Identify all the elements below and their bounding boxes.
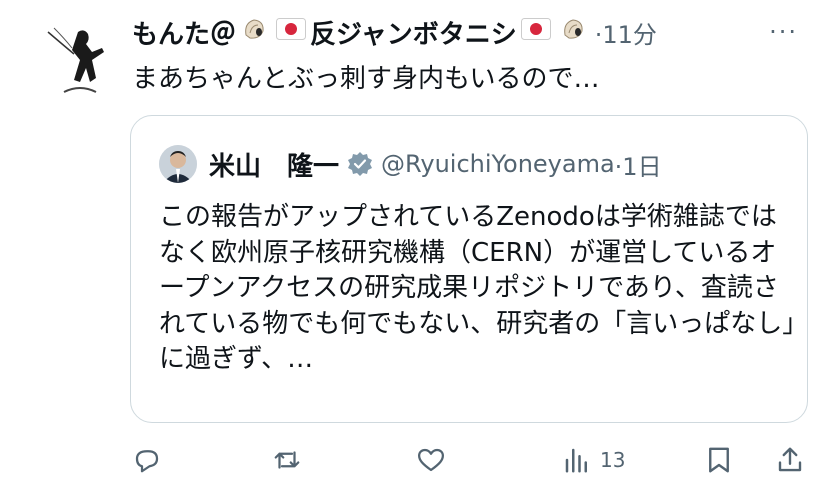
views-count: 13 bbox=[600, 448, 626, 472]
shell-icon bbox=[240, 15, 268, 50]
views-icon bbox=[565, 448, 587, 473]
japan-flag-icon bbox=[276, 17, 307, 47]
share-button[interactable] bbox=[775, 440, 805, 480]
author-avatar[interactable] bbox=[34, 14, 126, 106]
share-icon bbox=[778, 447, 802, 472]
author-name-text: もんた＠ bbox=[132, 19, 237, 50]
quoted-author-name[interactable]: 米山 隆一 bbox=[209, 146, 339, 183]
post-text: まあちゃんとぶっ刺す身内もいるので… bbox=[132, 64, 600, 94]
quoted-author-avatar[interactable] bbox=[159, 145, 197, 183]
like-button[interactable] bbox=[416, 440, 446, 480]
verified-badge-icon bbox=[347, 151, 373, 177]
repost-button[interactable] bbox=[272, 440, 302, 480]
bookmark-button[interactable] bbox=[704, 440, 734, 480]
quoted-handle: @RyuichiYoneyama bbox=[381, 150, 615, 178]
shell-icon bbox=[559, 15, 587, 50]
action-bar: 13 bbox=[132, 440, 808, 480]
quoted-post-text: この報告がアップされているZenodoは学術雑誌ではなく欧州原子核研究機構（CE… bbox=[159, 202, 796, 374]
more-options-button[interactable]: ··· bbox=[769, 18, 798, 46]
views-button[interactable]: 13 bbox=[562, 440, 625, 480]
reply-button[interactable] bbox=[132, 440, 162, 480]
post-header: もんた＠ 反ジャンボタニシ ·11分 ··· bbox=[132, 12, 808, 52]
heart-icon bbox=[418, 448, 444, 472]
bookmark-icon bbox=[709, 447, 729, 473]
repost-icon bbox=[274, 451, 300, 469]
reply-icon bbox=[135, 450, 159, 473]
japan-flag-icon bbox=[520, 17, 551, 47]
post-time[interactable]: ·11分 bbox=[595, 15, 657, 50]
quoted-post-time[interactable]: ·1日 bbox=[615, 147, 662, 182]
quoted-post[interactable]: 米山 隆一 @RyuichiYoneyama ·1日 この報告がアップされている… bbox=[130, 115, 808, 423]
author-name-suffix: 反ジャンボタニシ bbox=[310, 19, 517, 50]
quoted-post-header: 米山 隆一 @RyuichiYoneyama ·1日 bbox=[159, 144, 662, 184]
author-name[interactable]: もんた＠ 反ジャンボタニシ bbox=[132, 14, 591, 51]
